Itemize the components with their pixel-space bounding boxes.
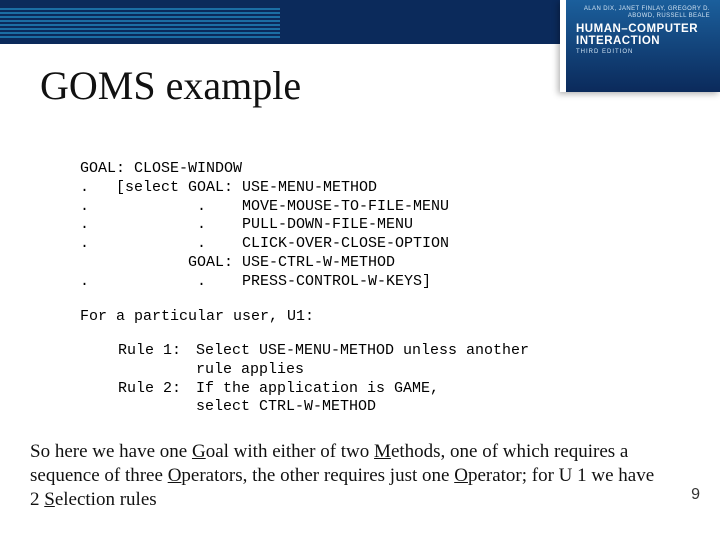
user-line: For a particular user, U1: xyxy=(80,308,314,325)
summary-s: S xyxy=(44,489,55,510)
rules-block: Rule 1: Select USE-MENU-METHOD unless an… xyxy=(118,342,678,417)
book-authors: ALAN DIX, JANET FINLAY, GREGORY D. ABOWD… xyxy=(576,6,710,19)
summary-o1: O xyxy=(168,465,182,486)
summary-paragraph: So here we have one Goal with either of … xyxy=(30,440,660,511)
goms-code-block: GOAL: CLOSE-WINDOW . [select GOAL: USE-M… xyxy=(80,160,449,291)
rule-2-label: Rule 2: xyxy=(118,380,196,418)
rule-2: Rule 2: If the application is GAME, sele… xyxy=(118,380,678,418)
goms-line-5: . . CLICK-OVER-CLOSE-OPTION xyxy=(80,235,449,252)
book-title: HUMAN–COMPUTER INTERACTION xyxy=(576,23,710,47)
goms-line-2: . [select GOAL: USE-MENU-METHOD xyxy=(80,179,377,196)
rule-1-label: Rule 1: xyxy=(118,342,196,380)
book-cover: ALAN DIX, JANET FINLAY, GREGORY D. ABOWD… xyxy=(560,0,720,92)
rule-2-line-b: select CTRL-W-METHOD xyxy=(196,398,376,415)
summary-g: G xyxy=(192,441,206,462)
rule-1-text: Select USE-MENU-METHOD unless another ru… xyxy=(196,342,529,380)
goms-line-1: GOAL: CLOSE-WINDOW xyxy=(80,160,242,177)
summary-post-o1: perators, the other requires just one xyxy=(181,465,454,486)
page-number: 9 xyxy=(691,486,700,504)
summary-post-g: oal with either of two xyxy=(206,441,374,462)
rule-1-line-a: Select USE-MENU-METHOD unless another xyxy=(196,342,529,359)
goms-line-6: GOAL: USE-CTRL-W-METHOD xyxy=(80,254,395,271)
summary-pre-g: So here we have one xyxy=(30,441,192,462)
summary-post-s: election rules xyxy=(55,489,157,510)
book-title-line2: INTERACTION xyxy=(576,35,660,47)
book-title-line1: HUMAN–COMPUTER xyxy=(576,23,698,35)
summary-o2: O xyxy=(454,465,468,486)
book-edition: THIRD EDITION xyxy=(576,49,710,55)
rule-1: Rule 1: Select USE-MENU-METHOD unless an… xyxy=(118,342,678,380)
goms-line-4: . . PULL-DOWN-FILE-MENU xyxy=(80,216,413,233)
summary-m: M xyxy=(374,441,391,462)
goms-line-7: . . PRESS-CONTROL-W-KEYS] xyxy=(80,273,431,290)
binary-strip-decoration xyxy=(0,6,280,38)
rule-2-line-a: If the application is GAME, xyxy=(196,380,439,397)
rule-2-text: If the application is GAME, select CTRL-… xyxy=(196,380,439,418)
slide-title: GOMS example xyxy=(40,62,301,109)
rule-1-line-b: rule applies xyxy=(196,361,304,378)
goms-line-3: . . MOVE-MOUSE-TO-FILE-MENU xyxy=(80,198,449,215)
